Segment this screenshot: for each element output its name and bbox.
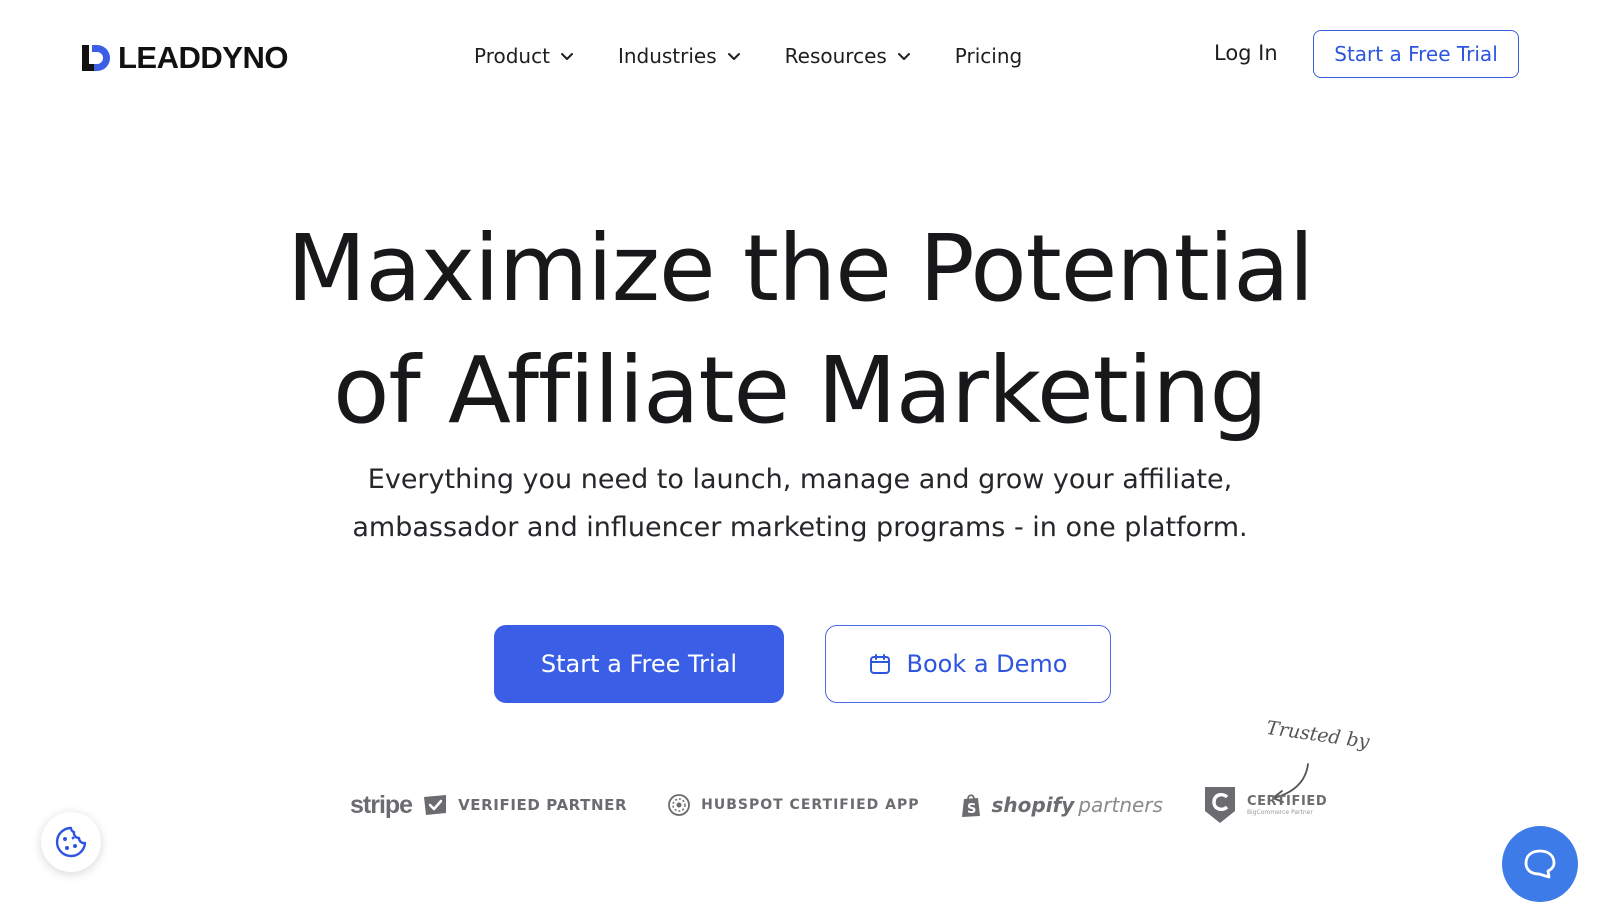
cookie-settings-button[interactable] xyxy=(41,812,101,872)
chat-launcher-button[interactable] xyxy=(1502,826,1578,902)
hero-subtitle: Everything you need to launch, manage an… xyxy=(0,456,1600,552)
book-demo-label: Book a Demo xyxy=(906,650,1068,678)
shopify-bag-icon: S xyxy=(961,794,980,817)
nav-industries-label: Industries xyxy=(617,44,717,68)
hero-title: Maximize the Potential of Affiliate Mark… xyxy=(0,208,1600,452)
nav-resources-label: Resources xyxy=(784,44,887,68)
bigcommerce-partner-logo: CERTIFIED BigCommerce Partner xyxy=(1203,785,1327,825)
cookie-icon xyxy=(55,826,87,858)
bigcommerce-text: CERTIFIED BigCommerce Partner xyxy=(1247,795,1327,816)
nav-product[interactable]: Product xyxy=(474,44,574,68)
bigcommerce-partner-label: BigCommerce Partner xyxy=(1246,808,1313,816)
hero-subtitle-line-1: Everything you need to launch, manage an… xyxy=(367,464,1233,495)
start-free-trial-button[interactable]: Start a Free Trial xyxy=(494,625,784,703)
chevron-down-icon xyxy=(560,53,573,60)
hubspot-sprocket-icon xyxy=(668,794,691,816)
nav-pricing[interactable]: Pricing xyxy=(955,44,1022,68)
svg-text:S: S xyxy=(967,802,976,817)
stripe-partner-logo: stripe VERIFIED PARTNER xyxy=(350,791,627,820)
stripe-wordmark: stripe xyxy=(350,790,413,819)
nav-product-label: Product xyxy=(474,44,550,68)
partner-logos: stripe VERIFIED PARTNER HUBSPOT CERTIFIE… xyxy=(350,785,1327,825)
hubspot-certified-label: HUBSPOT CERTIFIED APP xyxy=(701,797,920,813)
landing-page: LEADDYNO Product Industries Resources Pr… xyxy=(0,0,1600,912)
hero-title-line-2: of Affiliate Marketing xyxy=(333,337,1268,444)
login-link[interactable]: Log In xyxy=(1214,41,1278,65)
logo[interactable]: LEADDYNO xyxy=(80,40,288,76)
nav-resources[interactable]: Resources xyxy=(785,44,911,68)
check-badge-icon xyxy=(424,795,447,815)
nav-industries[interactable]: Industries xyxy=(618,44,741,68)
shopify-partners-label: partners xyxy=(1078,793,1163,817)
nav-pricing-label: Pricing xyxy=(954,44,1023,68)
chevron-down-icon xyxy=(897,53,910,60)
book-demo-button[interactable]: Book a Demo xyxy=(825,625,1111,703)
logo-text: LEADDYNO xyxy=(118,40,288,75)
header-start-trial-button[interactable]: Start a Free Trial xyxy=(1313,30,1519,78)
stripe-verified-label: VERIFIED PARTNER xyxy=(458,796,628,814)
main-nav: Product Industries Resources Pricing xyxy=(474,38,1066,74)
bigcommerce-certified-label: CERTIFIED xyxy=(1246,793,1328,809)
trusted-by-note: Trusted by xyxy=(1264,716,1371,754)
hero-title-line-1: Maximize the Potential xyxy=(286,215,1314,322)
hero-subtitle-line-2: ambassador and influencer marketing prog… xyxy=(352,512,1248,543)
chevron-down-icon xyxy=(727,53,740,60)
chat-bubble-icon xyxy=(1524,849,1556,879)
shopify-partner-logo: S shopify partners xyxy=(960,792,1163,818)
bigcommerce-shield-icon xyxy=(1204,787,1235,823)
logo-mark-icon xyxy=(82,45,110,71)
hubspot-partner-logo: HUBSPOT CERTIFIED APP xyxy=(667,793,919,817)
calendar-icon xyxy=(870,654,891,674)
shopify-wordmark: shopify xyxy=(991,793,1075,817)
